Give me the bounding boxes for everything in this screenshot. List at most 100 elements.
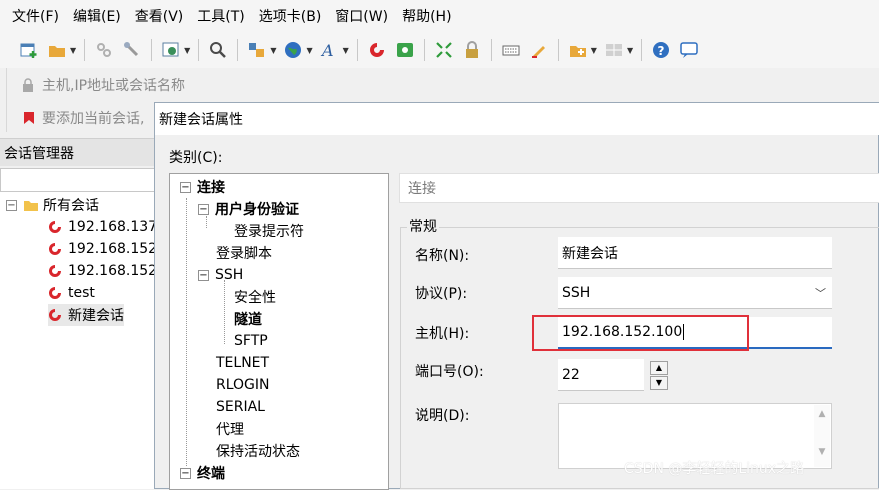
highlight-icon[interactable] [528, 39, 550, 61]
tree-guide [186, 198, 187, 466]
category-connection[interactable]: − 连接 [180, 176, 225, 198]
category-keepalive-label: 保持活动状态 [216, 444, 300, 460]
menu-window[interactable]: 窗口(W) [335, 6, 388, 26]
keyboard-icon[interactable] [500, 39, 522, 61]
toolbar-separator [356, 39, 358, 61]
open-dropdown-icon[interactable]: ▼ [70, 46, 76, 55]
hint-text: 要添加当前会话, [42, 111, 145, 127]
category-security[interactable]: 安全性 [234, 286, 276, 308]
category-user-auth[interactable]: − 用户身份验证 [198, 198, 299, 220]
description-label: 说明(D): [415, 408, 470, 424]
port-value: 22 [562, 366, 580, 383]
port-stepper[interactable]: ▲ ▼ [650, 361, 668, 391]
session-item[interactable]: test [48, 282, 95, 304]
toolbar: ▼ ▼ ▼ ▼ A ▼ ▼ ▼ ? [0, 32, 879, 68]
session-label: test [68, 285, 95, 301]
layout-dropdown-icon[interactable]: ▼ [270, 46, 276, 55]
category-ssh[interactable]: − SSH [198, 264, 243, 286]
font-icon[interactable]: A [319, 39, 341, 61]
fullscreen-icon[interactable] [433, 39, 455, 61]
protocol-value: SSH [562, 284, 591, 301]
category-serial-label: SERIAL [216, 399, 265, 415]
category-rlogin-label: RLOGIN [216, 377, 270, 393]
tree-root[interactable]: − 所有会话 [6, 194, 99, 216]
help-icon[interactable]: ? [650, 39, 672, 61]
menu-file[interactable]: 文件(F) [12, 6, 59, 26]
menu-tabs[interactable]: 选项卡(B) [259, 6, 322, 26]
category-terminal[interactable]: − 终端 [180, 462, 225, 484]
chat-icon[interactable] [678, 39, 700, 61]
address-bar[interactable]: 主机,IP地址或会话名称 [6, 70, 879, 100]
layout-icon[interactable] [246, 39, 268, 61]
chevron-down-icon[interactable]: ﹀ [815, 285, 826, 301]
tile-dropdown-icon: ▼ [626, 45, 634, 55]
toolbar-separator [198, 39, 200, 61]
session-icon [49, 309, 61, 321]
session-tree: − 所有会话 192.168.137 192.168.152 192.168.1… [0, 192, 157, 489]
session-label: 192.168.152 [68, 263, 158, 279]
name-field[interactable]: 新建会话 [558, 237, 832, 269]
menu-view[interactable]: 查看(V) [135, 6, 184, 26]
category-rlogin[interactable]: RLOGIN [216, 374, 270, 396]
font-dropdown-icon[interactable]: ▼ [343, 46, 349, 55]
menu-edit[interactable]: 编辑(E) [73, 6, 121, 26]
session-item[interactable]: 192.168.152 [48, 260, 157, 282]
category-user-auth-label: 用户身份验证 [215, 202, 299, 218]
session-icon [49, 221, 61, 233]
collapse-icon[interactable]: − [180, 467, 191, 479]
toolbar-separator [151, 39, 153, 61]
session-item[interactable]: 192.168.137 [48, 216, 157, 238]
category-sftp[interactable]: SFTP [234, 330, 268, 352]
menu-help[interactable]: 帮助(H) [402, 6, 451, 26]
spin-down-icon[interactable]: ▼ [650, 376, 668, 390]
new-session-icon[interactable] [18, 39, 40, 61]
toolbar-separator [490, 39, 492, 61]
dialog-titlebar[interactable]: 新建会话属性 [155, 103, 879, 135]
watermark: CSDN @李轻轻的Linux之路 [624, 461, 805, 477]
protocol-select[interactable]: SSH ﹀ [558, 277, 832, 309]
properties-icon[interactable] [160, 39, 182, 61]
new-tab-icon[interactable] [567, 39, 589, 61]
category-telnet[interactable]: TELNET [216, 352, 269, 374]
scroll-up-icon[interactable]: ▲ [814, 409, 830, 419]
breadcrumb: 连接 [399, 173, 879, 203]
category-tunnel[interactable]: 隧道 [234, 308, 262, 330]
lock-icon[interactable] [461, 39, 483, 61]
open-folder-icon[interactable] [46, 39, 68, 61]
collapse-icon[interactable]: − [6, 199, 17, 211]
xftp-icon[interactable] [394, 39, 416, 61]
category-keepalive[interactable]: 保持活动状态 [216, 440, 300, 462]
category-serial[interactable]: SERIAL [216, 396, 265, 418]
collapse-icon[interactable]: − [198, 203, 209, 215]
protocol-label: 协议(P): [415, 286, 468, 302]
port-field[interactable]: 22 [558, 359, 644, 391]
new-tab-dropdown-icon[interactable]: ▼ [591, 46, 597, 55]
tile-icon [603, 39, 625, 61]
category-tree: − 连接 − 用户身份验证 登录提示符 登录脚本 − SSH 安全性 隧道 SFTP … [169, 173, 389, 490]
category-telnet-label: TELNET [216, 355, 270, 371]
toolbar-separator [237, 39, 239, 61]
globe-dropdown-icon[interactable]: ▼ [306, 46, 312, 55]
collapse-icon[interactable]: − [198, 269, 209, 281]
category-login-script[interactable]: 登录脚本 [216, 242, 272, 264]
category-label: 类别(C): [169, 150, 223, 166]
highlight-annotation [532, 315, 749, 351]
globe-icon[interactable] [282, 39, 304, 61]
session-item[interactable]: 192.168.152 [48, 238, 157, 260]
scroll-down-icon[interactable]: ▼ [814, 447, 830, 457]
category-login-script-label: 登录脚本 [216, 246, 272, 262]
bookmark-icon [24, 112, 34, 124]
collapse-icon[interactable]: − [180, 181, 191, 193]
spin-up-icon[interactable]: ▲ [650, 361, 668, 375]
category-login-prompt[interactable]: 登录提示符 [234, 220, 304, 242]
menu-tools[interactable]: 工具(T) [197, 6, 244, 26]
search-icon[interactable] [207, 39, 229, 61]
properties-dropdown-icon[interactable]: ▼ [184, 46, 190, 55]
session-filter-input[interactable] [0, 168, 156, 192]
xshell-icon[interactable] [366, 39, 388, 61]
category-proxy[interactable]: 代理 [216, 418, 244, 440]
category-sftp-label: SFTP [234, 333, 268, 349]
scrollbar[interactable]: ▲ ▼ [814, 405, 830, 467]
session-label: 新建会话 [68, 308, 124, 324]
session-item-selected[interactable]: 新建会话 [48, 304, 124, 326]
